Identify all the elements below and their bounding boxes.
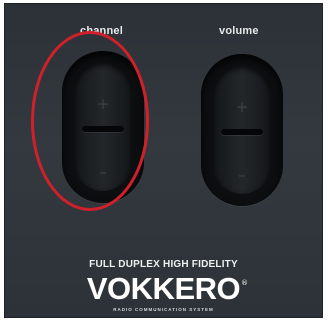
brand-logo: VOKKERO (86, 271, 241, 306)
volume-rocker-well: + – (201, 54, 283, 206)
volume-rocker-divider (221, 129, 263, 135)
brand-subline: RADIO COMMUNICATION SYSTEM (113, 307, 214, 312)
volume-label: volume (219, 25, 259, 37)
registered-mark: ® (241, 279, 248, 287)
channel-highlight-circle (31, 31, 149, 211)
volume-minus-icon[interactable]: – (213, 166, 271, 184)
volume-rocker-button[interactable]: + – (213, 66, 271, 194)
volume-plus-icon[interactable]: + (213, 98, 271, 116)
tagline: FULL DUPLEX HIGH FIDELITY (89, 259, 238, 270)
device-panel: channel volume + – + – FULL DUPLEX HIGH … (4, 3, 323, 318)
